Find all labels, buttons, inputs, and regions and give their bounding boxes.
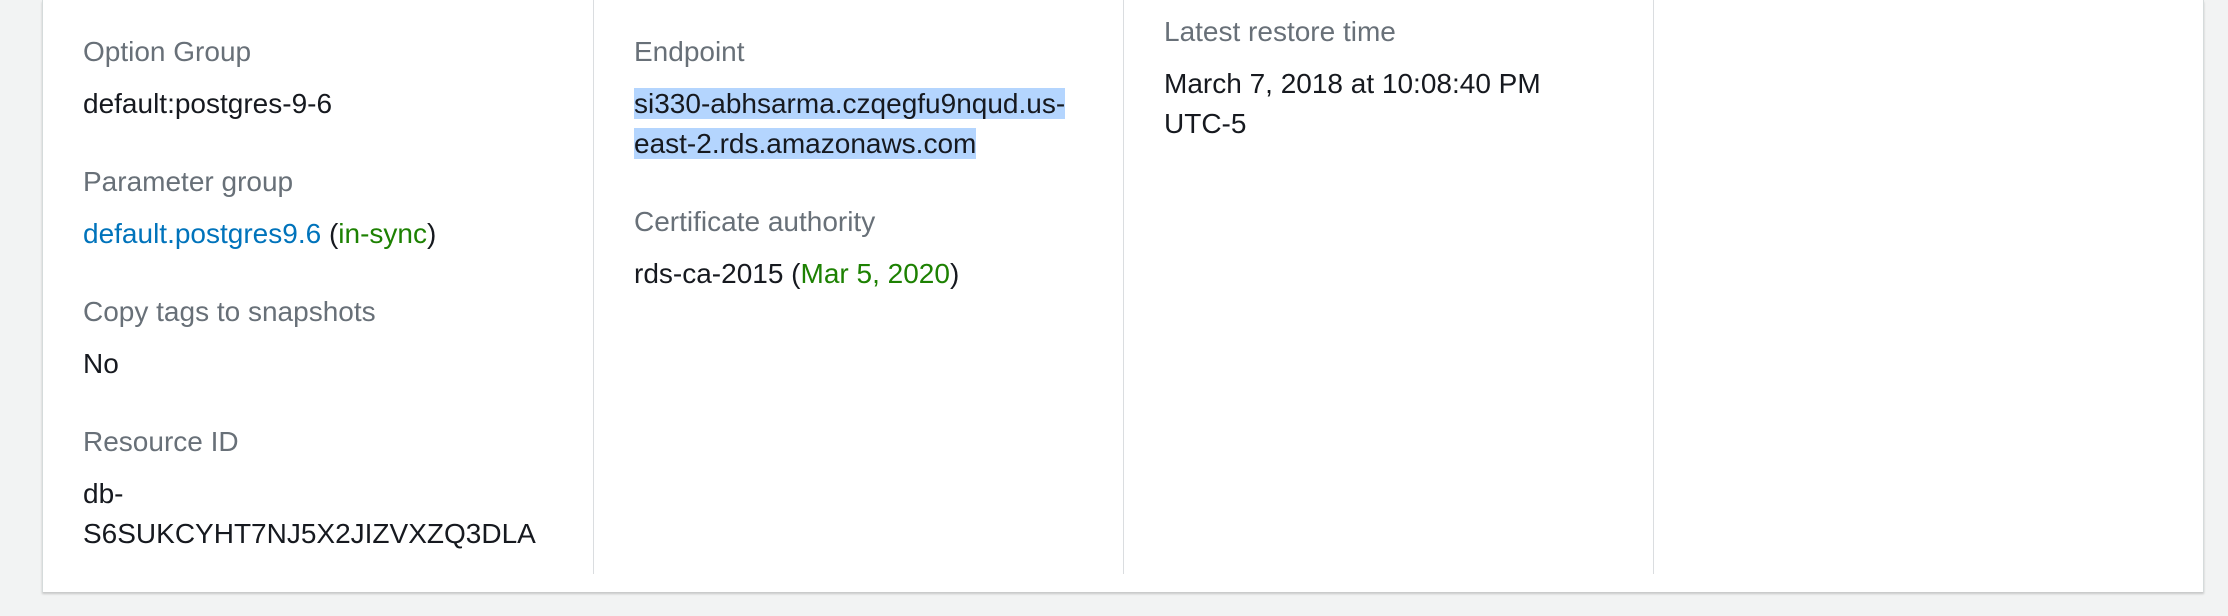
parameter-group-paren-close: ) bbox=[426, 218, 437, 249]
certificate-authority-label: Certificate authority bbox=[634, 206, 876, 237]
resource-id-value: db- S6SUKCYHT7NJ5X2JIZVXZQ3DLA bbox=[83, 474, 536, 554]
column-divider bbox=[1123, 0, 1124, 574]
latest-restore-time-line-1: March 7, 2018 at 10:08:40 PM bbox=[1164, 68, 1541, 99]
resource-id-line-1: db- bbox=[83, 478, 124, 509]
parameter-group-link[interactable]: default.postgres9.6 bbox=[83, 218, 321, 249]
parameter-group-paren-open: ( bbox=[328, 218, 339, 249]
parameter-group-status: in-sync bbox=[338, 218, 427, 249]
certificate-authority-value: rds-ca-2015 (Mar 5, 2020) bbox=[634, 254, 959, 294]
parameter-group-value: default.postgres9.6 (in-sync) bbox=[83, 214, 436, 254]
certificate-paren-close: ) bbox=[949, 258, 960, 289]
latest-restore-time-value: March 7, 2018 at 10:08:40 PM UTC-5 bbox=[1164, 64, 1541, 144]
resource-id-line-2: S6SUKCYHT7NJ5X2JIZVXZQ3DLA bbox=[83, 518, 536, 549]
endpoint-label: Endpoint bbox=[634, 36, 745, 67]
certificate-name: rds-ca-2015 bbox=[634, 258, 784, 289]
column-divider bbox=[593, 0, 594, 574]
option-group-value: default:postgres-9-6 bbox=[83, 88, 333, 119]
resource-id-label: Resource ID bbox=[83, 426, 239, 457]
certificate-paren-open: ( bbox=[783, 258, 801, 289]
endpoint-value[interactable]: si330-abhsarma.czqegfu9nqud.us- east-2.r… bbox=[634, 84, 1066, 164]
endpoint-line-2: east-2.rds.amazonaws.com bbox=[634, 128, 977, 159]
copy-tags-label: Copy tags to snapshots bbox=[83, 296, 376, 327]
parameter-group-label: Parameter group bbox=[83, 166, 294, 197]
option-group-label: Option Group bbox=[83, 36, 252, 67]
copy-tags-value: No bbox=[83, 348, 119, 379]
details-column-4 bbox=[1654, 0, 2203, 574]
endpoint-line-1: si330-abhsarma.czqegfu9nqud.us- bbox=[634, 88, 1066, 119]
latest-restore-time-label: Latest restore time bbox=[1164, 16, 1396, 47]
details-panel: Option Group default:postgres-9-6 Parame… bbox=[42, 0, 2204, 592]
certificate-expiry-date: Mar 5, 2020 bbox=[800, 258, 950, 289]
latest-restore-time-line-2: UTC-5 bbox=[1164, 108, 1247, 139]
